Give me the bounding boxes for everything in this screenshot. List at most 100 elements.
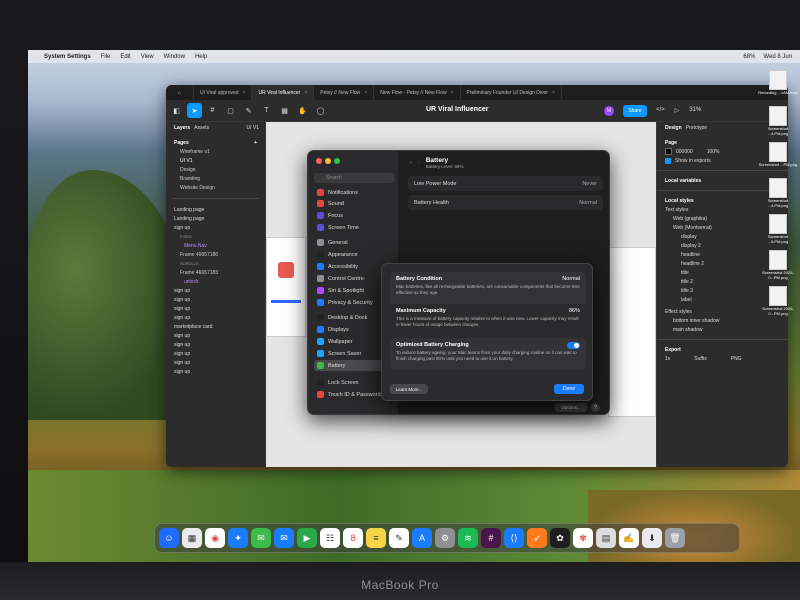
layer-item[interactable]: sign up — [166, 349, 265, 358]
back-icon[interactable]: ‹ — [410, 160, 412, 166]
dev-mode-icon[interactable]: </> — [656, 107, 665, 114]
sidebar-item-focus[interactable]: Focus — [314, 210, 394, 221]
facetime-icon[interactable]: ▶ — [297, 528, 317, 548]
trash-icon[interactable]: 🗑 — [665, 528, 685, 548]
export-scale[interactable]: 1x — [665, 356, 670, 362]
close-icon[interactable]: × — [451, 90, 454, 96]
search-input[interactable]: Search — [314, 173, 394, 183]
desktop-file[interactable]: Screenshot ...4.PM.png — [758, 178, 798, 212]
menu-app-name[interactable]: System Settings — [44, 54, 91, 60]
minimize-window-icon[interactable] — [325, 158, 331, 164]
notes-icon[interactable]: ≡ — [366, 528, 386, 548]
hand-tool-icon[interactable]: ✋ — [295, 103, 310, 118]
page-item[interactable]: Website Design — [166, 183, 265, 192]
close-window-icon[interactable] — [316, 158, 322, 164]
sidebar-item-notifications[interactable]: Notifications — [314, 187, 394, 198]
finder-icon[interactable]: ☺ — [159, 528, 179, 548]
mail-icon[interactable]: ✉ — [274, 528, 294, 548]
move-tool-icon[interactable]: ➤ — [187, 103, 202, 118]
preview-icon[interactable]: ▤ — [596, 528, 616, 548]
desktop-file[interactable]: Screenshot ...PM.png — [758, 142, 798, 176]
learn-more-button[interactable]: Learn More... — [390, 384, 428, 394]
sidebar-item-screen-time[interactable]: Screen Time — [314, 222, 394, 233]
layer-item[interactable]: Menu Nav — [166, 241, 265, 250]
calendar-icon[interactable]: 8 — [343, 528, 363, 548]
tab-new-flow-petsy[interactable]: New Flow - Petsy // New Flow × — [374, 85, 461, 100]
page-item[interactable]: Wireframe v1 — [166, 147, 265, 156]
page-select[interactable]: UI V1 — [246, 125, 265, 131]
messages-icon[interactable]: ✉ — [251, 528, 271, 548]
add-page-icon[interactable]: + — [254, 140, 265, 146]
resources-tool-icon[interactable]: ▦ — [277, 103, 292, 118]
menu-view[interactable]: View — [141, 54, 154, 60]
menu-help[interactable]: Help — [195, 54, 207, 60]
layer-item[interactable]: Frame 46657186 — [166, 250, 265, 259]
layer-item[interactable]: sign up — [166, 367, 265, 376]
close-icon[interactable]: × — [304, 90, 307, 96]
page-item-selected[interactable]: UI V1 — [166, 156, 265, 165]
layer-item[interactable]: sign up — [166, 223, 265, 232]
options-button[interactable]: Options... — [555, 403, 587, 412]
app-store-icon[interactable]: A — [412, 528, 432, 548]
comment-tool-icon[interactable]: ◯ — [313, 103, 328, 118]
layer-item[interactable]: sign up — [166, 340, 265, 349]
main-menu-icon[interactable]: ◧ — [169, 103, 184, 118]
export-suffix[interactable]: Suffix — [694, 356, 706, 362]
avatar[interactable]: M — [604, 106, 614, 116]
sidebar-item-sound[interactable]: Sound — [314, 198, 394, 209]
menu-file[interactable]: File — [101, 54, 111, 60]
page-item[interactable]: Branding — [166, 174, 265, 183]
forward-icon[interactable]: › — [418, 160, 420, 166]
tab-layers[interactable]: Layers — [174, 125, 190, 131]
done-button[interactable]: Done — [554, 384, 584, 394]
canvas-frame[interactable] — [608, 247, 656, 417]
desktop-file[interactable]: Screenshot ...4.PM.png — [758, 106, 798, 140]
launchpad-icon[interactable]: ▦ — [182, 528, 202, 548]
layer-item[interactable]: sign up — [166, 295, 265, 304]
tab-preliminary-founder[interactable]: Preliminary Founder UI Design Diver × — [461, 85, 562, 100]
share-button[interactable]: Share — [623, 105, 647, 117]
home-icon[interactable]: ⌂ — [166, 85, 194, 100]
sidebar-item-appearance[interactable]: Appearance — [314, 249, 394, 260]
freeform-icon[interactable]: ✎ — [389, 528, 409, 548]
layer-item[interactable]: sign up — [166, 358, 265, 367]
textedit-icon[interactable]: ✍ — [619, 528, 639, 548]
tab-ui-viral-approved[interactable]: UI Viral approved × — [194, 85, 253, 100]
close-icon[interactable]: × — [552, 90, 555, 96]
layer-item[interactable]: Landing page — [166, 205, 265, 214]
desktop-file[interactable]: Screenshot ...8.PM.png — [758, 214, 798, 248]
photos-icon[interactable]: ✾ — [573, 528, 593, 548]
text-tool-icon[interactable]: T — [259, 103, 274, 118]
menu-clock[interactable]: Wed 8 Jun — [763, 54, 792, 60]
help-button[interactable]: ? — [591, 403, 600, 412]
effect-style[interactable]: main shadow — [657, 325, 788, 334]
contacts-icon[interactable]: ☷ — [320, 528, 340, 548]
tab-assets[interactable]: Assets — [194, 125, 209, 131]
close-icon[interactable]: × — [243, 90, 246, 96]
tab-prototype[interactable]: Prototype — [686, 125, 707, 131]
canvas-frame[interactable] — [266, 237, 306, 337]
layer-item[interactable]: Landing page — [166, 214, 265, 223]
downloads-icon[interactable]: ⬇ — [642, 528, 662, 548]
health-value[interactable]: Normal — [579, 200, 597, 206]
page-item[interactable]: Design — [166, 165, 265, 174]
shape-tool-icon[interactable]: ▢ — [223, 103, 238, 118]
menu-window[interactable]: Window — [164, 54, 185, 60]
system-settings-icon[interactable]: ⚙ — [435, 528, 455, 548]
tab-ur-viral-influencer[interactable]: UR Viral Influencer × — [252, 85, 315, 100]
low-power-value[interactable]: Never — [582, 181, 597, 187]
battery-percent[interactable]: 68% — [743, 54, 755, 60]
page-opacity[interactable]: 100% — [707, 149, 720, 155]
page-color[interactable]: 000000 — [676, 149, 693, 155]
chrome-icon[interactable]: ◉ — [205, 528, 225, 548]
spotify-icon[interactable]: ≋ — [458, 528, 478, 548]
layer-item[interactable]: marketplace card — [166, 322, 265, 331]
battery-health-row[interactable]: Battery Health Normal — [408, 195, 603, 210]
file-title[interactable]: UR Viral Influencer — [426, 106, 489, 113]
desktop-file[interactable]: Recording ...1AM.mov — [758, 70, 798, 104]
frame-tool-icon[interactable]: # — [205, 103, 220, 118]
layer-item[interactable]: sign up — [166, 304, 265, 313]
tab-design[interactable]: Design — [665, 125, 682, 131]
layer-item[interactable]: Frame 46657183 — [166, 268, 265, 277]
vscode-icon[interactable]: ⟨⟩ — [504, 528, 524, 548]
